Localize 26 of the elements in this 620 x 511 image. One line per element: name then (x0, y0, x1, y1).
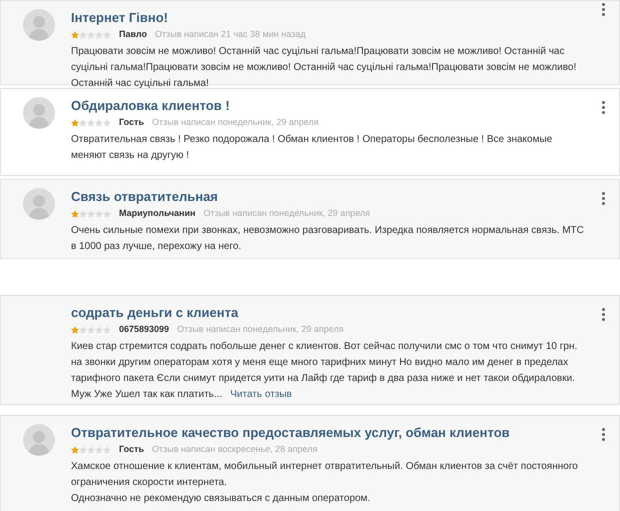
more-options-icon[interactable] (602, 308, 605, 321)
read-more-link[interactable]: Читать отзыв (230, 388, 292, 400)
review-date: Отзыв написан понедельник, 29 апреля (177, 323, 344, 336)
review-title[interactable]: Отвратительное качество предоставляемых услуг, обман клиентов (71, 424, 587, 441)
review-date: Отзыв написан понедельник, 29 апреля (203, 207, 370, 220)
author-name: Гость (119, 443, 144, 456)
review-text: Киев стар стремится содрать побольше денег с клиентов. Вот сейчас получили смс о том что снимут 10 грн. на звонки другим операторам хотя у меня еще много тарифних минут Но видно мало им денег в пределах тарифного пакета Єсли снимут придется уити на Лайф где тариф в два раза ниже и нет такои обдираловки. Муж Уже Ушел так как платить... Читать отзыв (71, 340, 578, 402)
review-title[interactable]: Інтернет Гівно! (71, 9, 587, 26)
more-options-icon[interactable] (602, 428, 605, 441)
author-name: Гость (119, 116, 144, 129)
review-date: Отзыв написан воскресенье, 28 апреля (152, 443, 318, 456)
author-name: 0675893099 (119, 323, 170, 336)
author-name: Мариупольчанин (119, 207, 196, 220)
review-text: Отвратительная связь ! Резко подорожала ! Обман клиентов ! Операторы бесполезные ! Все знакомые меняют связь на другую ! (71, 132, 554, 162)
review-text: Очень сильные помехи при звонках, невозможно разговаривать. Изредка появляется нормальная связь. МТС в 1000 раз лучше, перехожу на него. (71, 224, 585, 254)
review-text: Хамское отношение к клиентам, мобильный интернет отвратительный. Обман клиентов за счёт постоянного ограничения скорости интернета. Однозначно не рекомендую связываться с данным оператором. (71, 460, 579, 506)
more-options-icon[interactable] (602, 3, 605, 16)
more-options-icon[interactable] (602, 101, 605, 114)
author-name: Павло (119, 28, 147, 41)
review-title[interactable]: Обдираловка клиентов ! (71, 97, 587, 114)
more-options-icon[interactable] (602, 192, 605, 205)
review-text: Працювати зовсім не можливо! Останній час суцільні гальма!Працювати зовсім не можливо! Останній час суцільні гальма!Працювати зовсім не можливо! Останній час суцільні гальма!Працювати зовсім не можливо! Останній час суцільні гальма! (71, 44, 578, 90)
review-title[interactable]: содрать деньги с клиента (71, 304, 587, 321)
review-title[interactable]: Связь отвратительная (71, 188, 587, 205)
review-date: Отзыв написан 21 час 38 мин назад (154, 28, 306, 41)
review-date: Отзыв написан понедельник, 29 апреля (152, 116, 319, 129)
